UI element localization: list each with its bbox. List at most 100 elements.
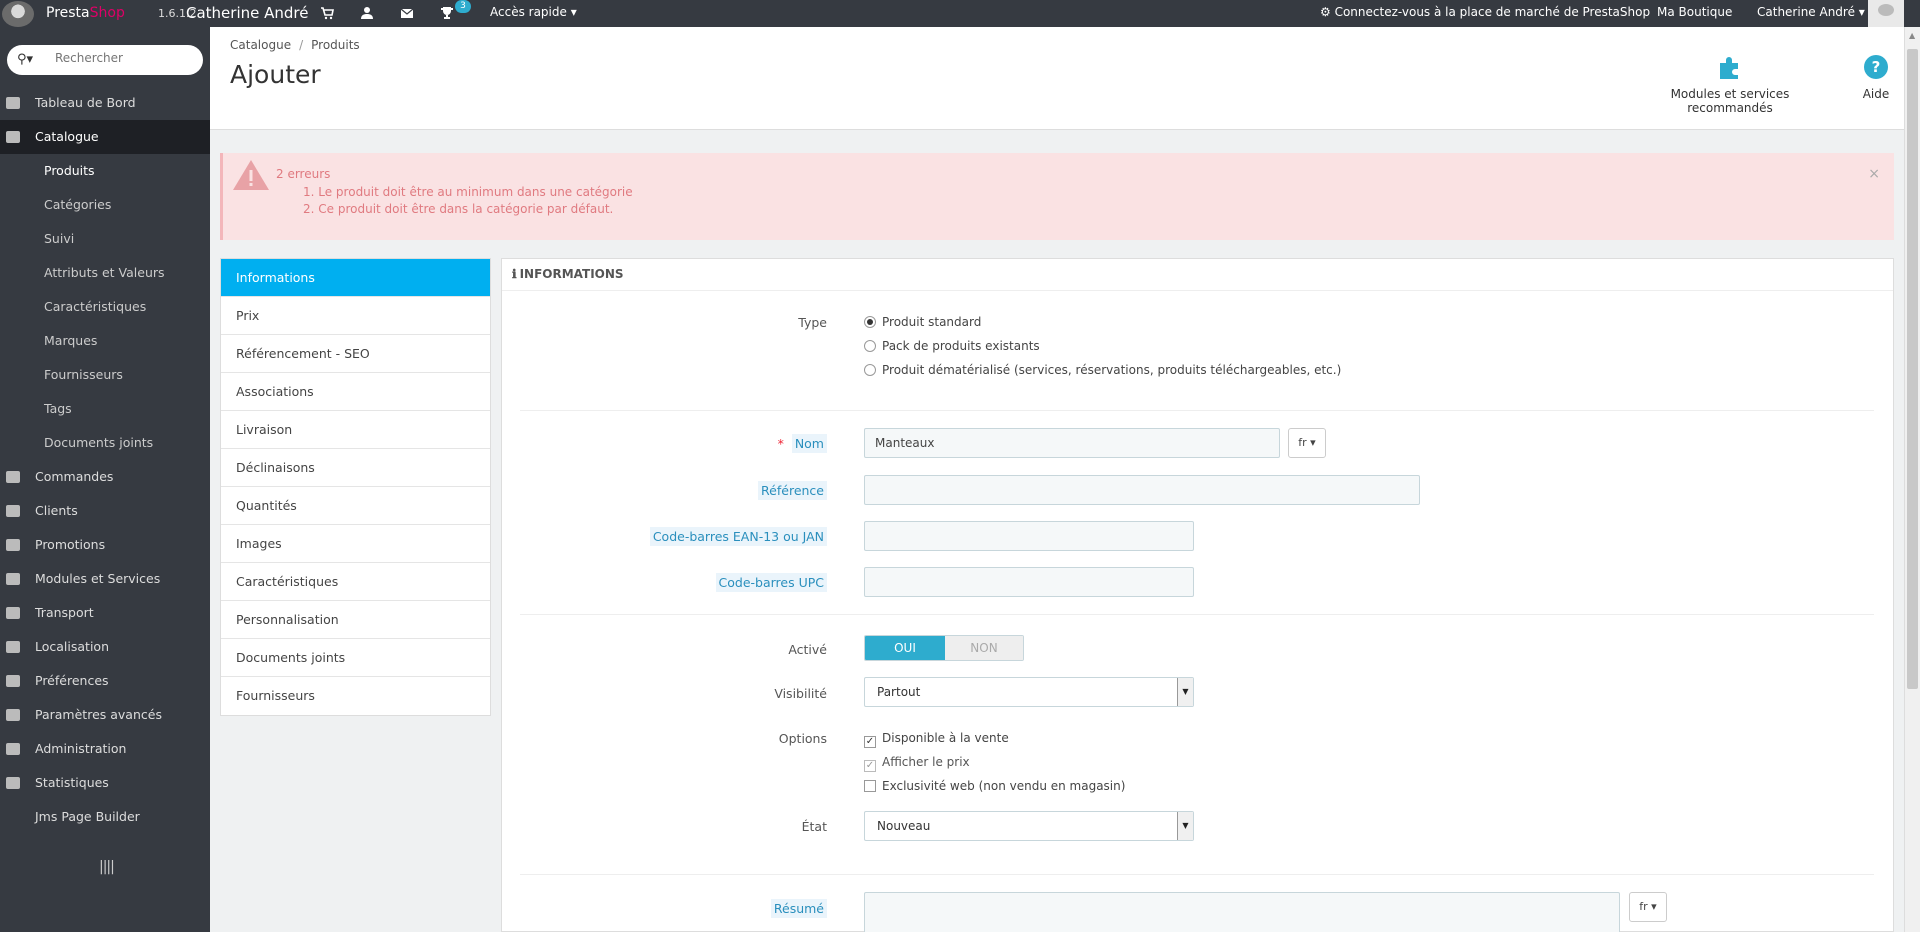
cart-icon[interactable] (320, 6, 334, 20)
recommended-modules-button[interactable]: Modules et services recommandés (1650, 53, 1810, 115)
shop-name[interactable]: Catherine André (186, 4, 308, 22)
sidebar-item-modules[interactable]: Modules et Services (0, 562, 210, 596)
active-switch[interactable]: OUI NON (864, 635, 1024, 661)
tab-quantites[interactable]: Quantités (221, 487, 490, 525)
upc-input[interactable] (864, 567, 1194, 597)
summary-language-dropdown[interactable]: fr ▾ (1629, 892, 1667, 922)
globe-icon (6, 641, 20, 653)
sidebar-item-shipping[interactable]: Transport (0, 596, 210, 630)
my-shop-link[interactable]: Ma Boutique (1657, 5, 1732, 19)
active-no-option[interactable]: NON (945, 636, 1023, 660)
divider (502, 290, 1893, 291)
search-input[interactable] (55, 51, 195, 65)
sidebar-item-localization[interactable]: Localisation (0, 630, 210, 664)
upc-label: Code-barres UPC (715, 573, 827, 592)
sidebar-sub-features[interactable]: Caractéristiques (44, 299, 146, 314)
tab-associations[interactable]: Associations (221, 373, 490, 411)
notification-badge: 3 (455, 0, 471, 13)
user-icon[interactable] (360, 6, 374, 20)
tab-informations[interactable]: Informations (221, 259, 490, 297)
sidebar-sub-products[interactable]: Produits (44, 163, 95, 178)
prestashop-logo[interactable] (2, 1, 34, 27)
sidebar-sub-attributes[interactable]: Attributs et Valeurs (44, 265, 165, 280)
condition-label: État (801, 819, 827, 834)
sidebar-item-page-builder[interactable]: Jms Page Builder (0, 800, 210, 834)
type-standard-radio[interactable]: Produit standard (864, 315, 981, 329)
scrollbar-thumb[interactable] (1907, 49, 1918, 689)
svg-text:?: ? (1872, 58, 1881, 76)
trophy-icon[interactable] (440, 6, 454, 20)
page-scrollbar[interactable]: ▲ (1904, 27, 1920, 932)
tab-personnalisation[interactable]: Personnalisation (221, 601, 490, 639)
sidebar-sub-tags[interactable]: Tags (44, 401, 72, 416)
name-label: * Nom (778, 434, 827, 453)
warning-icon (233, 160, 269, 190)
help-button[interactable]: ? Aide (1856, 53, 1896, 101)
avatar[interactable] (1868, 0, 1904, 27)
available-for-order-checkbox[interactable]: ✓ Disponible à la vente (864, 731, 1009, 748)
visibility-select[interactable]: Partout ▼ (864, 677, 1194, 707)
panel-title: ℹ Informations (512, 267, 624, 281)
tag-icon (6, 539, 20, 551)
sidebar-collapse-toggle[interactable]: |||| (99, 859, 115, 875)
condition-select[interactable]: Nouveau ▼ (864, 811, 1194, 841)
sidebar-sub-attachments[interactable]: Documents joints (44, 435, 153, 450)
name-input[interactable]: Manteaux (864, 428, 1280, 458)
reference-input[interactable] (864, 475, 1420, 505)
show-price-checkbox[interactable]: ✓ Afficher le prix (864, 755, 970, 772)
top-navbar: PrestaShop 1.6.1.2 Catherine André 3 Acc… (0, 0, 1920, 27)
tab-documents-joints[interactable]: Documents joints (221, 639, 490, 677)
sidebar-item-stats[interactable]: Statistiques (0, 766, 210, 800)
sidebar-item-customers[interactable]: Clients (0, 494, 210, 528)
breadcrumb-products[interactable]: Produits (311, 38, 360, 52)
type-virtual-radio[interactable]: Produit dématérialisé (services, réserva… (864, 363, 1341, 377)
type-label: Type (798, 315, 827, 330)
name-language-dropdown[interactable]: fr ▾ (1288, 428, 1326, 458)
radio-dot (864, 364, 876, 376)
type-pack-radio[interactable]: Pack de produits existants (864, 339, 1040, 353)
marketplace-link[interactable]: ⚙ Connectez-vous à la place de marché de… (1320, 5, 1650, 19)
sidebar-item-preferences[interactable]: Préférences (0, 664, 210, 698)
tab-declinaisons[interactable]: Déclinaisons (221, 449, 490, 487)
checkbox-empty (864, 780, 876, 792)
search-icon[interactable]: ⚲▾ (17, 52, 33, 67)
error-list: 1. Le produit doit être au minimum dans … (303, 184, 633, 218)
sidebar: ⚲▾ Tableau de Bord Catalogue Produits Ca… (0, 27, 210, 932)
dashboard-icon (6, 97, 20, 109)
breadcrumb-catalogue[interactable]: Catalogue (230, 38, 291, 52)
question-circle-icon: ? (1864, 55, 1888, 79)
tab-prix[interactable]: Prix (221, 297, 490, 335)
chevron-down-icon: ▼ (1177, 678, 1193, 706)
sidebar-item-catalogue[interactable]: Catalogue (0, 120, 210, 154)
sidebar-sub-brands[interactable]: Marques (44, 333, 97, 348)
online-only-checkbox[interactable]: Exclusivité web (non vendu en magasin) (864, 779, 1125, 793)
sidebar-item-promotions[interactable]: Promotions (0, 528, 210, 562)
divider (520, 410, 1874, 411)
sidebar-item-dashboard[interactable]: Tableau de Bord (0, 86, 210, 120)
sidebar-search[interactable]: ⚲▾ (7, 45, 203, 75)
quick-access-dropdown[interactable]: Accès rapide ▾ (490, 5, 577, 19)
tab-fournisseurs[interactable]: Fournisseurs (221, 677, 490, 715)
active-yes-option[interactable]: OUI (865, 636, 945, 660)
brand-name: PrestaShop (46, 5, 125, 21)
tab-caracteristiques[interactable]: Caractéristiques (221, 563, 490, 601)
tab-livraison[interactable]: Livraison (221, 411, 490, 449)
tab-seo[interactable]: Référencement - SEO (221, 335, 490, 373)
envelope-icon[interactable] (400, 6, 414, 20)
puzzle-icon (6, 573, 20, 585)
employee-menu[interactable]: Catherine André ▾ (1757, 5, 1865, 19)
sidebar-item-administration[interactable]: Administration (0, 732, 210, 766)
radio-dot (864, 340, 876, 352)
sidebar-sub-tracking[interactable]: Suivi (44, 231, 74, 246)
summary-editor[interactable] (864, 892, 1620, 932)
tab-images[interactable]: Images (221, 525, 490, 563)
scroll-up-arrow[interactable]: ▲ (1909, 31, 1915, 40)
close-icon[interactable]: × (1868, 166, 1880, 182)
sidebar-sub-categories[interactable]: Catégories (44, 197, 111, 212)
sidebar-item-orders[interactable]: Commandes (0, 460, 210, 494)
sidebar-sub-suppliers[interactable]: Fournisseurs (44, 367, 123, 382)
ean-input[interactable] (864, 521, 1194, 551)
check-icon: ✓ (864, 736, 876, 748)
sidebar-item-advanced[interactable]: Paramètres avancés (0, 698, 210, 732)
puzzle-icon (1720, 57, 1738, 79)
